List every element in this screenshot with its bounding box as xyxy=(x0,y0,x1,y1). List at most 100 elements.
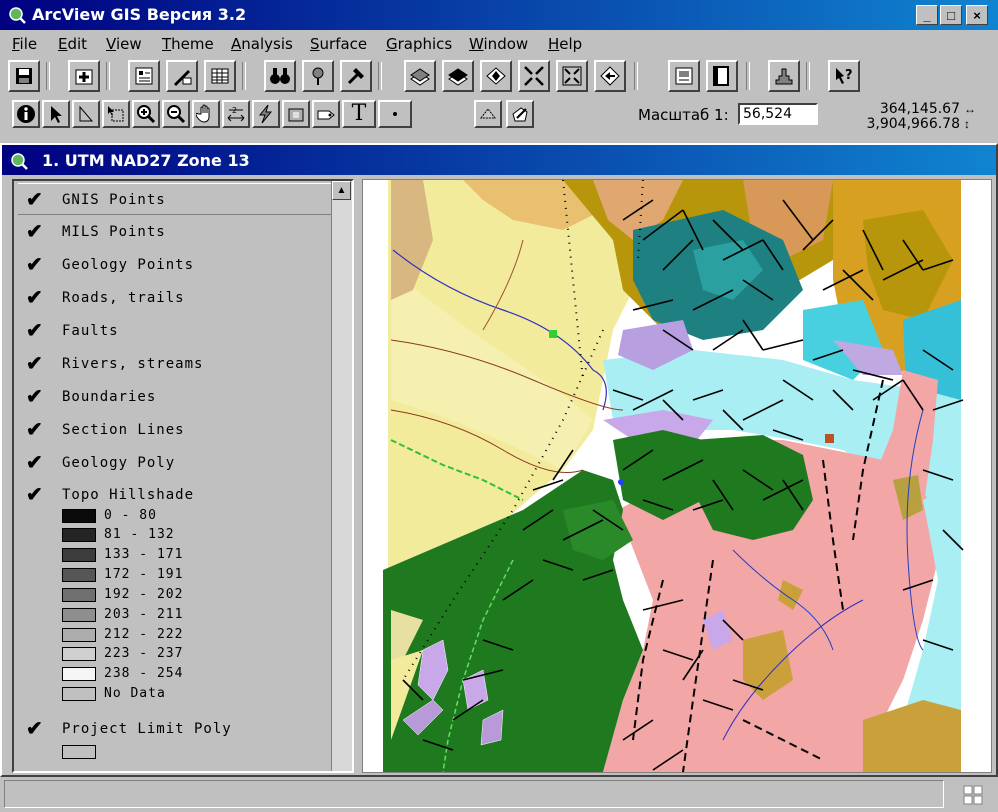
layer-checkbox[interactable]: ✔ xyxy=(26,288,43,308)
maximize-button[interactable]: □ xyxy=(940,5,962,25)
layer-section-lines[interactable]: ✔ Section Lines xyxy=(18,414,334,444)
menu-help[interactable]: Help xyxy=(548,35,582,53)
find-button[interactable] xyxy=(264,60,296,92)
legend-label: 212 - 222 xyxy=(104,627,184,642)
project-limit-swatch xyxy=(62,745,96,759)
pencil-legend-icon xyxy=(174,70,192,86)
layer-checkbox[interactable]: ✔ xyxy=(26,255,43,275)
select-feature-tool[interactable] xyxy=(102,100,130,128)
hotlink-tool[interactable] xyxy=(252,100,280,128)
view-window: 1. UTM NAD27 Zone 13 ✔ GNIS Points ✔ MIL… xyxy=(0,143,998,777)
zoom-previous-button[interactable] xyxy=(594,60,626,92)
zoom-selected-button[interactable] xyxy=(480,60,512,92)
layer-topo-hillshade[interactable]: ✔ Topo Hillshade xyxy=(18,479,334,509)
layout-button[interactable] xyxy=(668,60,700,92)
snap-grid-icon xyxy=(479,108,497,119)
layer-checkbox[interactable]: ✔ xyxy=(26,321,43,341)
locate-address-button[interactable] xyxy=(302,60,334,92)
layer-checkbox[interactable]: ✔ xyxy=(26,190,43,210)
horizontal-arrow-icon: ↔ xyxy=(964,102,976,116)
snap-tool[interactable] xyxy=(474,100,502,128)
menu-analysis[interactable]: Analysis xyxy=(231,35,293,53)
text-tool[interactable]: T xyxy=(342,100,376,128)
layer-project-limit-poly[interactable]: ✔ Project Limit Poly xyxy=(18,713,334,743)
edit-legend-button[interactable] xyxy=(166,60,198,92)
arcview-globe-icon xyxy=(9,7,26,24)
layer-checkbox[interactable]: ✔ xyxy=(26,387,43,407)
legend-swatch xyxy=(62,667,96,681)
zoom-out-button[interactable] xyxy=(556,60,588,92)
menu-surface[interactable]: Surface xyxy=(310,35,367,53)
layer-checkbox[interactable]: ✔ xyxy=(26,354,43,374)
measure-tool[interactable]: 2 xyxy=(222,100,250,128)
zoom-active-themes-button[interactable] xyxy=(442,60,474,92)
minimize-button[interactable]: _ xyxy=(916,5,938,25)
menu-graphics[interactable]: Graphics xyxy=(386,35,452,53)
legend-entry: 0 - 80 xyxy=(62,507,322,526)
layer-checkbox[interactable]: ✔ xyxy=(26,485,43,505)
legend-label: 192 - 202 xyxy=(104,587,184,602)
query-builder-button[interactable] xyxy=(340,60,372,92)
layer-roads-trails[interactable]: ✔ Roads, trails xyxy=(18,282,334,312)
pointer-tool[interactable] xyxy=(42,100,70,128)
binoculars-icon xyxy=(270,68,290,84)
identify-tool[interactable] xyxy=(12,100,40,128)
legend-label: 223 - 237 xyxy=(104,646,184,661)
map-display[interactable] xyxy=(362,179,992,773)
layer-label: Section Lines xyxy=(62,422,185,438)
vertex-edit-tool[interactable] xyxy=(72,100,100,128)
menu-file[interactable]: File xyxy=(12,35,37,53)
layer-gnis-points[interactable]: ✔ GNIS Points xyxy=(18,183,334,215)
legend-entry: 238 - 254 xyxy=(62,665,322,684)
menu-bar: File Edit View Theme Analysis Surface Gr… xyxy=(0,32,998,58)
app-title-bar: ArcView GIS Версия 3.2 _ □ × xyxy=(0,0,998,30)
menu-view[interactable]: View xyxy=(106,35,142,53)
magnifier-plus-icon xyxy=(137,105,156,124)
area-select-icon xyxy=(288,108,304,122)
theme-properties-button[interactable] xyxy=(128,60,160,92)
legend-entry: 223 - 237 xyxy=(62,645,322,664)
legend-swatch xyxy=(62,647,96,661)
measure-ruler-icon: 2 xyxy=(227,106,245,122)
zoom-out-tool[interactable] xyxy=(162,100,190,128)
legend-label: 81 - 132 xyxy=(104,527,175,542)
histogram-button[interactable] xyxy=(768,60,800,92)
scale-input[interactable]: 56,524 xyxy=(738,103,818,125)
layer-checkbox[interactable]: ✔ xyxy=(26,453,43,473)
scroll-up-arrow-icon[interactable]: ▲ xyxy=(332,181,351,200)
layer-geology-points[interactable]: ✔ Geology Points xyxy=(18,249,334,279)
help-button[interactable]: ? xyxy=(828,60,860,92)
menu-theme[interactable]: Theme xyxy=(162,35,214,53)
draw-point-tool[interactable] xyxy=(378,100,412,128)
zoom-in-button[interactable] xyxy=(518,60,550,92)
zoom-full-extent-button[interactable] xyxy=(404,60,436,92)
add-theme-button[interactable] xyxy=(68,60,100,92)
layer-checkbox[interactable]: ✔ xyxy=(26,719,43,739)
label-tool[interactable] xyxy=(312,100,340,128)
layer-checkbox[interactable]: ✔ xyxy=(26,420,43,440)
pan-tool[interactable] xyxy=(192,100,220,128)
layer-rivers-streams[interactable]: ✔ Rivers, streams xyxy=(18,348,334,378)
close-button[interactable]: × xyxy=(966,5,988,25)
floppy-disk-icon xyxy=(16,68,32,84)
menu-window[interactable]: Window xyxy=(469,35,528,53)
open-table-button[interactable] xyxy=(204,60,236,92)
layer-geology-poly[interactable]: ✔ Geology Poly xyxy=(18,447,334,477)
layer-faults[interactable]: ✔ Faults xyxy=(18,315,334,345)
histogram-icon xyxy=(775,68,793,85)
menu-edit[interactable]: Edit xyxy=(58,35,87,53)
cursor-coordinates: 364,145.67 3,904,966.78 xyxy=(866,102,960,132)
layer-label: MILS Points xyxy=(62,224,166,240)
draw-polygon-tool[interactable] xyxy=(506,100,534,128)
layer-mils-points[interactable]: ✔ MILS Points xyxy=(18,216,334,246)
zoom-in-tool[interactable] xyxy=(132,100,160,128)
legend-label: 133 - 171 xyxy=(104,547,184,562)
legend-entry: 212 - 222 xyxy=(62,626,322,645)
layer-boundaries[interactable]: ✔ Boundaries xyxy=(18,381,334,411)
open-project-window-button[interactable] xyxy=(706,60,738,92)
resize-grip-icon[interactable] xyxy=(962,784,984,806)
area-of-interest-tool[interactable] xyxy=(282,100,310,128)
toc-scrollbar[interactable]: ▲ xyxy=(331,181,352,771)
save-button[interactable] xyxy=(8,60,40,92)
layer-checkbox[interactable]: ✔ xyxy=(26,222,43,242)
